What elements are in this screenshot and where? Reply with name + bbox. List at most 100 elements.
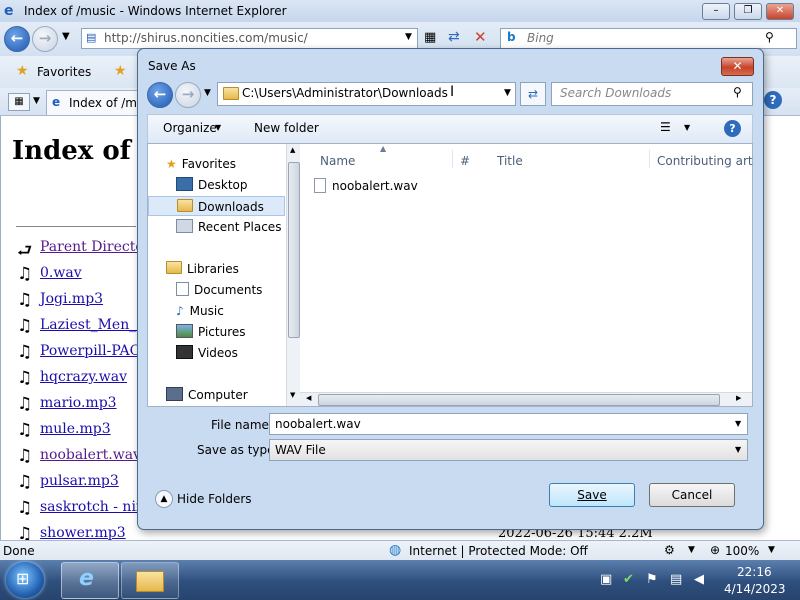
nav-pictures[interactable]: Pictures bbox=[176, 322, 246, 342]
tray-flag-icon[interactable]: ⚑ bbox=[646, 572, 658, 587]
dialog-search-icon[interactable]: ⚲ bbox=[733, 85, 742, 99]
file-link[interactable]: mario.mp3 bbox=[40, 395, 117, 411]
scroll-right-icon[interactable]: ▶ bbox=[736, 394, 741, 402]
nav-favorites[interactable]: ★ Favorites bbox=[166, 154, 236, 174]
file-name-dropdown-icon[interactable]: ▼ bbox=[735, 414, 741, 434]
view-dropdown-icon[interactable]: ▼ bbox=[684, 123, 690, 132]
file-name-value[interactable]: noobalert.wav bbox=[275, 414, 361, 434]
nav-computer[interactable]: Computer bbox=[166, 385, 248, 405]
security-icon[interactable]: ⚙ bbox=[664, 543, 675, 557]
file-link[interactable]: 0.wav bbox=[40, 265, 82, 281]
save-button[interactable]: Save bbox=[549, 483, 635, 507]
view-options-icon[interactable]: ☰ bbox=[660, 120, 671, 134]
path-text[interactable]: C:\Users\Administrator\Downloads bbox=[242, 86, 448, 100]
search-bar[interactable]: b Bing ⚲ bbox=[500, 28, 797, 49]
cancel-button[interactable]: Cancel bbox=[649, 483, 735, 507]
file-link[interactable]: pulsar.mp3 bbox=[40, 473, 119, 489]
minimize-button[interactable]: – bbox=[702, 3, 730, 20]
clock-time[interactable]: 22:16 bbox=[737, 565, 772, 579]
tray-action-center-icon[interactable]: ▣ bbox=[600, 572, 612, 587]
file-link[interactable]: Jogi.mp3 bbox=[40, 291, 103, 307]
search-icon[interactable]: ⚲ bbox=[765, 30, 774, 44]
file-name-input[interactable]: noobalert.wav ▼ bbox=[269, 413, 748, 435]
tray-security-icon[interactable]: ✔ bbox=[623, 572, 634, 587]
parent-directory-icon: ⮐ bbox=[17, 241, 33, 261]
file-link[interactable]: mule.mp3 bbox=[40, 421, 111, 437]
nav-scroll-down-icon[interactable]: ▼ bbox=[290, 391, 295, 399]
file-link[interactable]: Laziest_Men_or bbox=[40, 317, 151, 333]
zoom-dropdown-icon[interactable]: ▼ bbox=[768, 545, 775, 555]
zoom-level[interactable]: 100% bbox=[725, 544, 759, 558]
security-dropdown-icon[interactable]: ▼ bbox=[688, 545, 695, 555]
nav-downloads[interactable]: Downloads bbox=[148, 196, 285, 216]
forward-button[interactable]: → bbox=[32, 26, 58, 52]
address-text[interactable]: http://shirus.noncities.com/music/ bbox=[104, 31, 308, 45]
column-number[interactable]: # bbox=[460, 154, 470, 168]
path-dropdown-icon[interactable]: ▼ bbox=[504, 88, 511, 98]
new-folder-button[interactable]: New folder bbox=[254, 121, 319, 135]
dialog-back-button[interactable]: ← bbox=[147, 82, 173, 108]
scroll-left-icon[interactable]: ◀ bbox=[306, 394, 311, 402]
hscroll-thumb[interactable] bbox=[318, 394, 720, 406]
organize-button[interactable]: Organize bbox=[163, 121, 217, 135]
libraries-icon bbox=[166, 261, 182, 274]
organize-dropdown-icon[interactable]: ▼ bbox=[215, 123, 221, 132]
save-type-value[interactable]: WAV File bbox=[275, 440, 326, 460]
tab-list-dropdown-icon[interactable]: ▼ bbox=[33, 96, 40, 106]
nav-scrollbar[interactable]: ▲ ▼ bbox=[286, 144, 300, 406]
compatibility-icon[interactable]: ▦ bbox=[424, 30, 436, 45]
dialog-search-box[interactable]: Search Downloads ⚲ bbox=[551, 82, 753, 106]
refresh-icon[interactable]: ⇄ bbox=[448, 29, 460, 45]
favorites-button[interactable]: Favorites bbox=[37, 65, 91, 79]
nav-desktop[interactable]: Desktop bbox=[176, 175, 248, 195]
nav-scroll-thumb[interactable] bbox=[288, 162, 300, 338]
nav-libraries[interactable]: Libraries bbox=[166, 259, 239, 279]
videos-icon bbox=[176, 345, 193, 359]
dialog-refresh-icon[interactable]: ⇄ bbox=[520, 82, 546, 106]
column-contributing-artists[interactable]: Contributing art bbox=[657, 154, 753, 168]
music-file-icon: ♫ bbox=[17, 446, 33, 466]
maximize-button[interactable]: ❐ bbox=[734, 3, 762, 20]
address-dropdown-icon[interactable]: ▼ bbox=[405, 32, 412, 42]
page-heading: Index of / bbox=[12, 136, 150, 166]
clock-date[interactable]: 4/14/2023 bbox=[724, 582, 786, 596]
stop-icon[interactable]: ✕ bbox=[474, 28, 487, 46]
recent-locations-dropdown-icon[interactable]: ▼ bbox=[204, 88, 211, 98]
column-title[interactable]: Title bbox=[497, 154, 523, 168]
taskbar-explorer-button[interactable] bbox=[121, 562, 179, 599]
tray-network-icon[interactable]: ▤ bbox=[670, 572, 682, 587]
zoom-icon[interactable]: ⊕ bbox=[710, 543, 720, 557]
back-button[interactable]: ← bbox=[4, 26, 30, 52]
tray-volume-icon[interactable]: ◀ bbox=[694, 572, 704, 587]
nav-music[interactable]: ♪ Music bbox=[176, 301, 224, 321]
file-link[interactable]: noobalert.wav bbox=[40, 447, 141, 463]
nav-scroll-up-icon[interactable]: ▲ bbox=[290, 146, 295, 154]
nav-documents[interactable]: Documents bbox=[176, 280, 262, 300]
file-link[interactable]: shower.mp3 bbox=[40, 525, 126, 541]
add-favorite-icon[interactable]: ★ bbox=[114, 63, 127, 79]
history-dropdown-icon[interactable]: ▼ bbox=[62, 31, 70, 42]
dialog-search-placeholder[interactable]: Search Downloads bbox=[560, 86, 671, 100]
address-bar[interactable]: ▤ http://shirus.noncities.com/music/ ▼ bbox=[81, 28, 418, 49]
window-close-button[interactable]: ✕ bbox=[766, 3, 794, 20]
recent-places-icon bbox=[176, 219, 193, 233]
search-placeholder[interactable]: Bing bbox=[527, 31, 554, 45]
dialog-close-button[interactable]: ✕ bbox=[721, 57, 754, 76]
dialog-help-icon[interactable]: ? bbox=[724, 120, 741, 137]
nav-recent-places[interactable]: Recent Places bbox=[176, 217, 281, 237]
file-list-hscrollbar[interactable]: ◀ ▶ bbox=[300, 392, 752, 406]
help-icon[interactable]: ? bbox=[764, 91, 782, 109]
quick-tabs-icon[interactable]: ▦ bbox=[8, 93, 30, 111]
taskbar-ie-button[interactable]: e bbox=[61, 562, 119, 599]
column-name[interactable]: Name bbox=[320, 154, 355, 168]
nav-videos[interactable]: Videos bbox=[176, 343, 238, 363]
dialog-forward-button[interactable]: → bbox=[175, 82, 201, 108]
file-link[interactable]: hqcrazy.wav bbox=[40, 369, 127, 385]
zone-text[interactable]: Internet | Protected Mode: Off bbox=[409, 544, 588, 558]
file-name[interactable]: noobalert.wav bbox=[332, 179, 418, 193]
path-bar[interactable]: C:\Users\Administrator\Downloads I ▼ bbox=[217, 82, 516, 106]
save-type-dropdown-icon[interactable]: ▼ bbox=[735, 440, 741, 460]
save-type-select[interactable]: WAV File ▼ bbox=[269, 439, 748, 461]
start-button[interactable]: ⊞ bbox=[6, 562, 44, 598]
file-link[interactable]: Powerpill-PAC- bbox=[40, 343, 145, 359]
